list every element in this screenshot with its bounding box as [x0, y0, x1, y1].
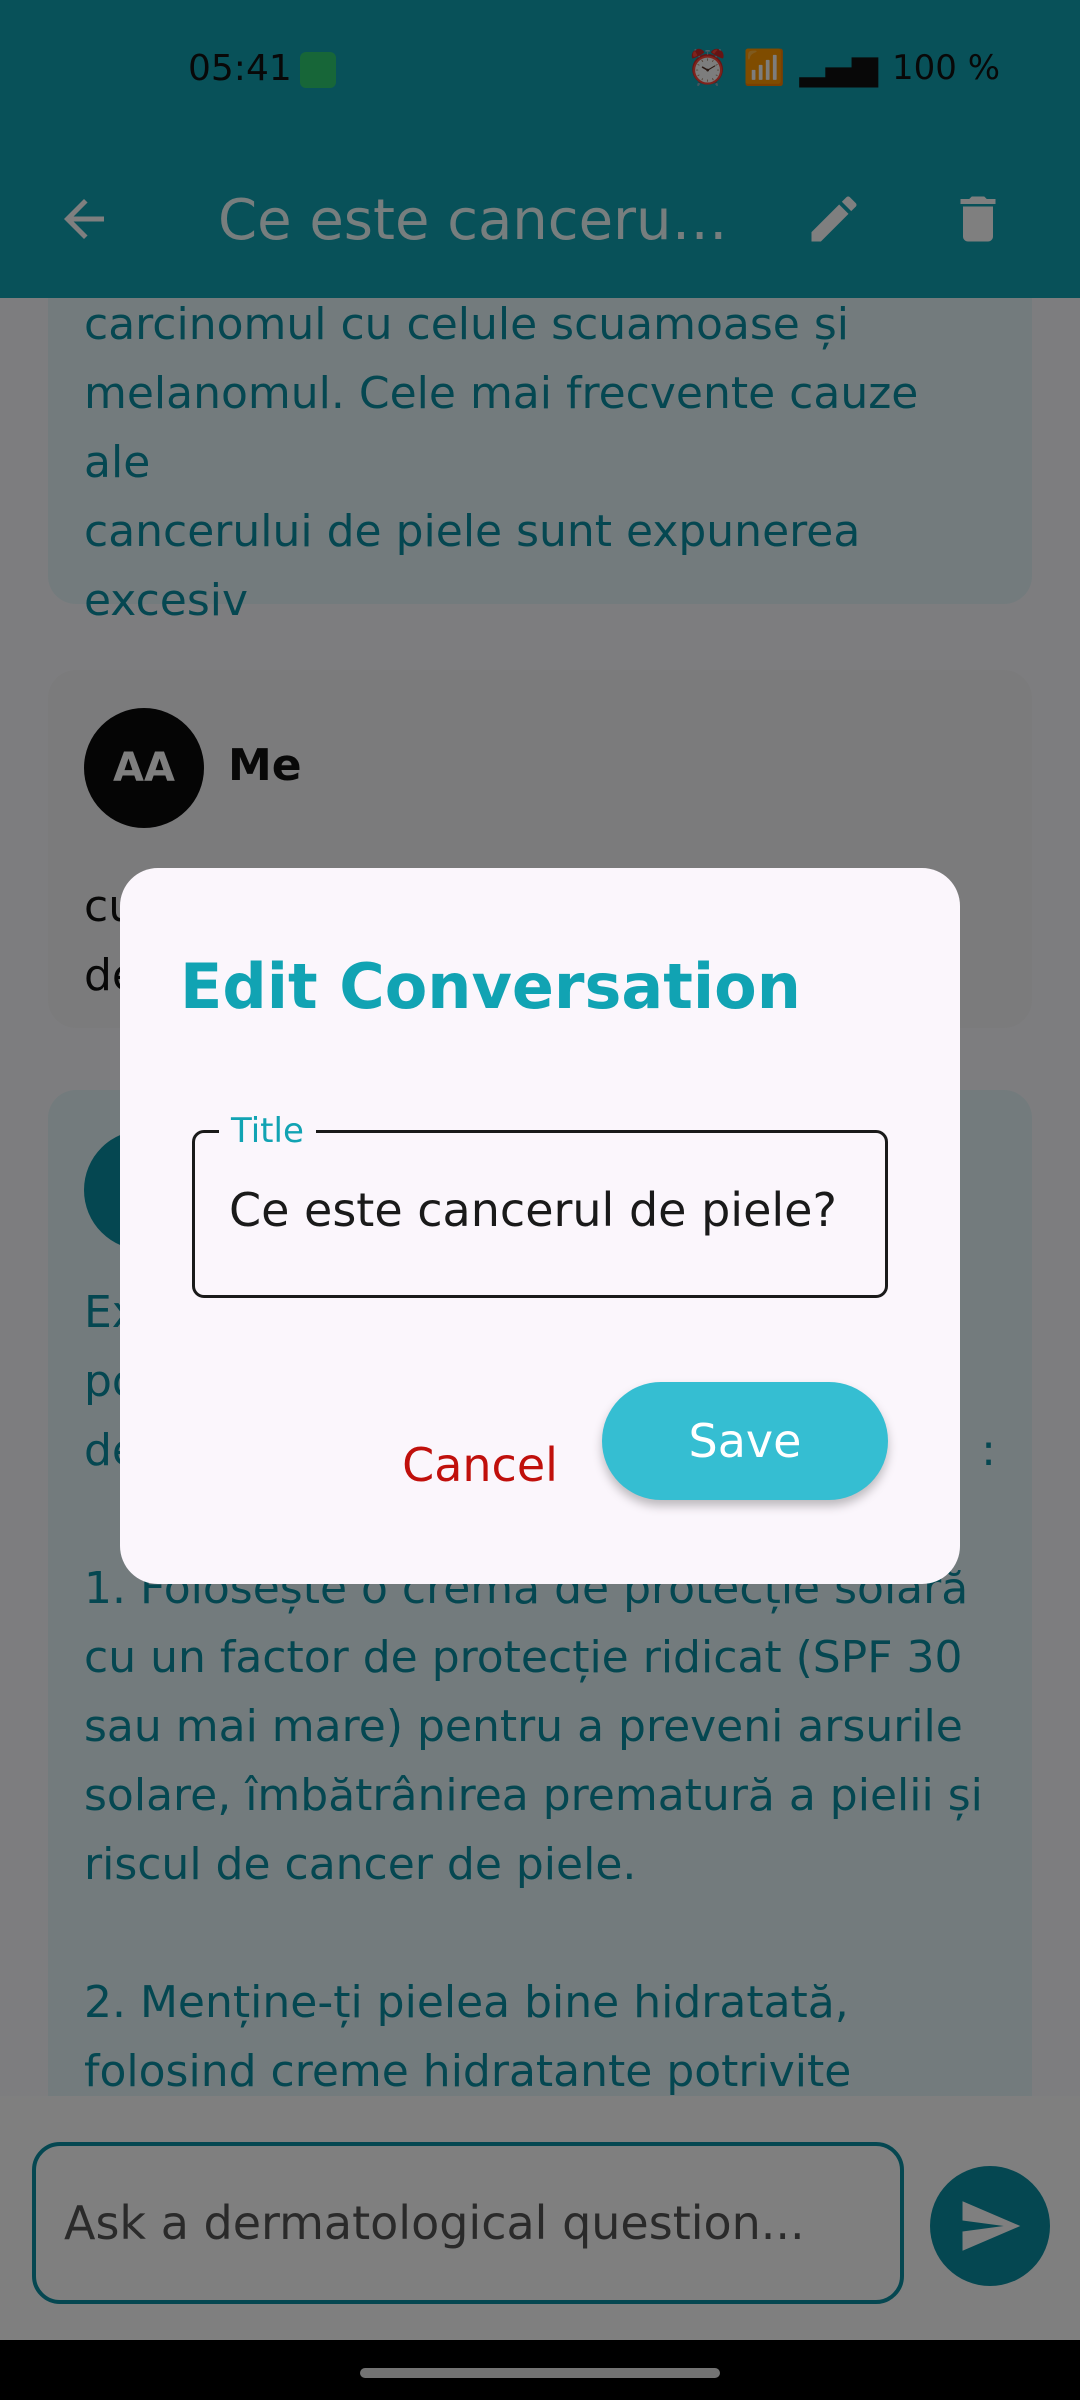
save-button[interactable]: Save	[602, 1382, 888, 1500]
title-field-label: Title	[219, 1111, 316, 1151]
title-field[interactable]: Title Ce este cancerul de piele?	[192, 1111, 888, 1298]
edit-conversation-dialog: Edit Conversation Title Ce este cancerul…	[120, 868, 960, 1584]
title-field-value[interactable]: Ce este cancerul de piele?	[229, 1183, 837, 1237]
cancel-button[interactable]: Cancel	[370, 1410, 590, 1520]
dialog-title: Edit Conversation	[180, 950, 801, 1023]
